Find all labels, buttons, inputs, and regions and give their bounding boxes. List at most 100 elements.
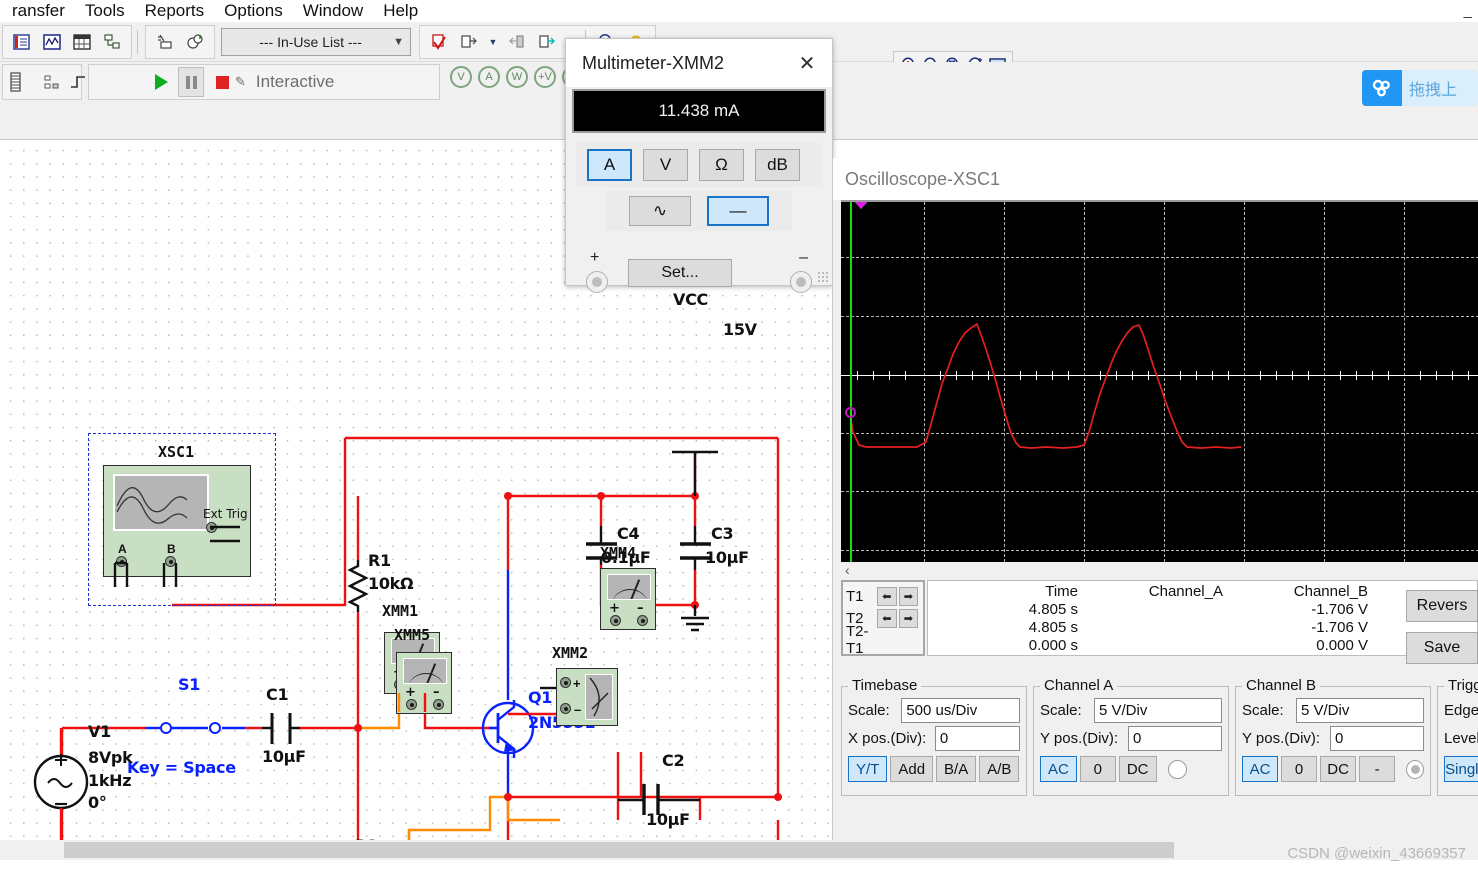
multimeter-mode-a[interactable]: A bbox=[587, 149, 632, 181]
menu-item-help[interactable]: Help bbox=[373, 0, 428, 22]
horizontal-scrollbar[interactable] bbox=[0, 840, 1478, 860]
cursor-line-t1[interactable] bbox=[850, 202, 870, 562]
spreadsheet-icon[interactable] bbox=[70, 30, 94, 54]
multimeter-ac-button[interactable]: ∿ bbox=[629, 196, 691, 226]
table-row: 0.000 s 0.000 V bbox=[928, 637, 1377, 655]
stop-button[interactable] bbox=[216, 75, 229, 89]
column-header-channel-b: Channel_B bbox=[1293, 583, 1368, 600]
channel-b-gnd-button[interactable]: 0 bbox=[1281, 756, 1317, 782]
multimeter-reading: 11.438 mA bbox=[658, 101, 740, 120]
current-probe-icon[interactable]: A bbox=[478, 66, 500, 88]
subcircuit-icon[interactable] bbox=[153, 30, 177, 54]
menu-item-options[interactable]: Options bbox=[214, 0, 293, 22]
oscilloscope-screen[interactable] bbox=[841, 200, 1478, 562]
forward-icon[interactable] bbox=[505, 30, 529, 54]
oscilloscope-actions: Revers Save bbox=[1406, 590, 1478, 664]
oscilloscope-trace bbox=[850, 322, 1242, 449]
cursor-t2-right-button[interactable]: ➡ bbox=[898, 608, 919, 628]
export-icon[interactable] bbox=[535, 30, 559, 54]
channel-a-dc-button[interactable]: DC bbox=[1118, 756, 1157, 782]
toolbar-group-views bbox=[2, 24, 132, 59]
menu-item-tools[interactable]: Tools bbox=[75, 0, 135, 22]
edit-icon: ✎ bbox=[235, 74, 246, 89]
multimeter-dc-button[interactable]: — bbox=[707, 196, 769, 226]
interactive-mode-label[interactable]: Interactive bbox=[256, 72, 334, 92]
multimeter-mode-db[interactable]: dB bbox=[755, 149, 800, 181]
channel-b-scale-input[interactable]: 5 V/Div bbox=[1296, 697, 1424, 723]
chevron-down-icon[interactable]: ▼ bbox=[487, 30, 499, 54]
channel-a-ypos-input[interactable]: 0 bbox=[1128, 725, 1222, 751]
channel-b-probe-radio[interactable] bbox=[1406, 759, 1424, 779]
timebase-scale-input[interactable]: 500 us/Div bbox=[901, 697, 1020, 723]
upload-widget[interactable]: 拖拽上 bbox=[1362, 70, 1478, 106]
cursor-row-t1: T1 ⬅ ➡ bbox=[846, 585, 920, 607]
run-button[interactable] bbox=[155, 74, 168, 90]
timebase-ba-button[interactable]: B/A bbox=[936, 756, 977, 782]
cursor-t1-left-button[interactable]: ⬅ bbox=[877, 586, 897, 606]
resize-grip-icon[interactable] bbox=[817, 271, 829, 283]
multimeter-negative-jack[interactable] bbox=[790, 271, 812, 293]
timebase-xpos-input[interactable]: 0 bbox=[934, 725, 1020, 751]
graph-icon[interactable] bbox=[40, 30, 64, 54]
timebase-legend: Timebase bbox=[848, 677, 922, 694]
trigger-mode-buttons: Single bbox=[1444, 756, 1478, 782]
timebase-yt-button[interactable]: Y/T bbox=[848, 756, 888, 782]
timebase-group: Timebase Scale: 500 us/Div X pos.(Div): … bbox=[841, 677, 1027, 796]
column-header-channel-a: Channel_A bbox=[1148, 583, 1223, 600]
channel-b-ypos-input[interactable]: 0 bbox=[1330, 725, 1424, 751]
upload-widget-label: 拖拽上 bbox=[1402, 70, 1478, 106]
check-icon[interactable] bbox=[427, 30, 451, 54]
save-button[interactable]: Save bbox=[1406, 632, 1478, 664]
close-icon[interactable]: ✕ bbox=[786, 46, 828, 80]
trigger-single-button[interactable]: Single bbox=[1444, 756, 1478, 782]
scrollbar-thumb[interactable] bbox=[64, 842, 1174, 858]
multimeter-mode-ohm[interactable]: Ω bbox=[699, 149, 744, 181]
cursor-t1-right-button[interactable]: ➡ bbox=[898, 586, 919, 606]
timebase-xpos-label: X pos.(Div): bbox=[848, 729, 927, 747]
instrument-list-icon[interactable] bbox=[6, 70, 26, 94]
in-use-list-dropdown[interactable]: --- In-Use List --- ▼ bbox=[221, 27, 411, 56]
cursor-t2-left-button[interactable]: ⬅ bbox=[877, 608, 897, 628]
component-list-icon[interactable] bbox=[10, 30, 34, 54]
multimeter-set-button[interactable]: Set... bbox=[628, 259, 732, 287]
scroll-left-icon[interactable]: ‹ bbox=[845, 562, 850, 578]
cursor-row-delta: T2-T1 bbox=[846, 623, 920, 657]
back-annotate-icon[interactable] bbox=[457, 30, 481, 54]
minimize-button[interactable]: _ bbox=[1464, 2, 1472, 19]
channel-a-ac-button[interactable]: AC bbox=[1040, 756, 1077, 782]
bus-icon[interactable] bbox=[183, 30, 207, 54]
oscilloscope-hscroll[interactable]: ‹ bbox=[841, 562, 1478, 578]
run-controls: ✎ Interactive bbox=[88, 64, 440, 100]
menu-item-transfer[interactable]: ransfer bbox=[2, 0, 75, 22]
hierarchy-icon[interactable] bbox=[100, 30, 124, 54]
analysis-toolbar: V A W +V A bbox=[450, 66, 584, 88]
voltage-probe-icon[interactable]: V bbox=[450, 66, 472, 88]
trigger-legend: Trigger bbox=[1444, 677, 1478, 694]
timebase-mode-buttons: Y/T Add B/A A/B bbox=[848, 756, 1020, 782]
channel-a-probe-radio[interactable] bbox=[1167, 759, 1187, 779]
timebase-ab-button[interactable]: A/B bbox=[979, 756, 1020, 782]
reverse-button[interactable]: Revers bbox=[1406, 590, 1478, 622]
channel-b-scale-row: Scale: 5 V/Div bbox=[1242, 696, 1424, 724]
multimeter-positive-jack[interactable] bbox=[586, 271, 608, 293]
step-signal-icon[interactable] bbox=[68, 70, 88, 94]
channel-b-ac-button[interactable]: AC bbox=[1242, 756, 1278, 782]
channel-a-scale-input[interactable]: 5 V/Div bbox=[1094, 697, 1222, 723]
multimeter-dialog[interactable]: Multimeter-XMM2 ✕ 11.438 mA A V Ω dB ∿ —… bbox=[565, 38, 833, 293]
channel-offset-handle[interactable] bbox=[845, 407, 856, 418]
menu-item-reports[interactable]: Reports bbox=[135, 0, 215, 22]
channel-b-dc-button[interactable]: DC bbox=[1320, 756, 1357, 782]
pause-button[interactable] bbox=[178, 67, 204, 97]
differential-probe-icon[interactable]: +V bbox=[534, 66, 556, 88]
power-probe-icon[interactable]: W bbox=[506, 66, 528, 88]
timebase-add-button[interactable]: Add bbox=[890, 756, 934, 782]
menu-item-window[interactable]: Window bbox=[293, 0, 373, 22]
channel-a-gnd-button[interactable]: 0 bbox=[1079, 756, 1116, 782]
netlist-icon[interactable] bbox=[42, 70, 62, 94]
multimeter-body: A V Ω dB ∿ — + Set... – bbox=[572, 139, 826, 299]
channel-a-ypos-label: Y pos.(Div): bbox=[1040, 729, 1119, 747]
multimeter-titlebar[interactable]: Multimeter-XMM2 ✕ bbox=[566, 39, 832, 87]
multimeter-mode-v[interactable]: V bbox=[643, 149, 688, 181]
channel-b-invert-button[interactable]: - bbox=[1359, 756, 1396, 782]
cursor-handle-magenta-icon[interactable] bbox=[854, 202, 868, 209]
